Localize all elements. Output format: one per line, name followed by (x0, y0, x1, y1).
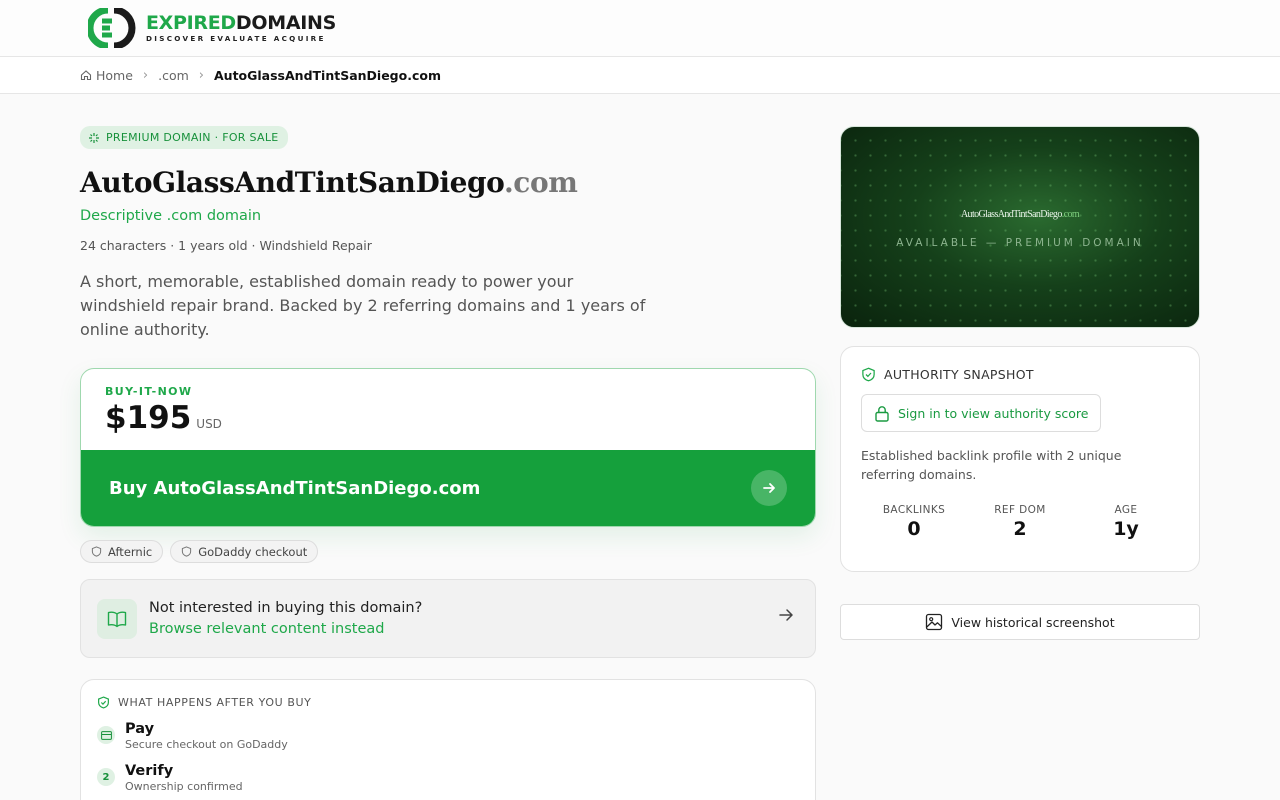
stat-age: AGE 1y (1073, 504, 1179, 540)
buy-box: BUY-IT-NOW $195 USD Buy AutoGlassAndTint… (80, 368, 816, 527)
image-icon (926, 613, 943, 631)
history-button-label: View historical screenshot (951, 614, 1115, 630)
breadcrumb-current: AutoGlassAndTintSanDiego.com (214, 67, 441, 83)
domain-name: AutoGlassAndTintSanDiego (80, 166, 504, 199)
domain-tld: .com (503, 166, 578, 199)
domain-title: AutoGlassAndTintSanDiego.com (80, 166, 816, 199)
breadcrumb-home-label: Home (96, 67, 133, 83)
chip-label: Afternic (108, 544, 153, 559)
step-title: Verify (125, 763, 174, 779)
home-icon (80, 70, 92, 81)
currency: USD (196, 417, 222, 431)
breadcrumb-tld[interactable]: .com (158, 68, 189, 83)
authority-stats: BACKLINKS 0 REF DOM 2 AGE 1y (861, 504, 1179, 540)
stat-ref-domains: REF DOM 2 (967, 504, 1073, 540)
checkout-chips: Afternic GoDaddy checkout (80, 540, 816, 563)
stat-value: 0 (907, 518, 921, 540)
step-subtitle: Secure checkout on GoDaddy (125, 738, 288, 751)
logo-mark-icon (86, 6, 136, 50)
step-pay: Pay Secure checkout on GoDaddy (97, 721, 799, 751)
domain-meta: 24 characters · 1 years old · Windshield… (80, 238, 372, 253)
browse-question: Not interested in buying this domain? (149, 600, 423, 616)
step-title: Pay (125, 721, 155, 737)
signin-label: Sign in to view authority score (898, 405, 1089, 421)
view-historical-screenshot-button[interactable]: View historical screenshot (840, 604, 1200, 640)
lock-icon (875, 405, 889, 422)
browse-content-card[interactable]: Not interested in buying this domain? Br… (80, 579, 816, 658)
stat-backlinks: BACKLINKS 0 (861, 504, 967, 540)
authority-heading: AUTHORITY SNAPSHOT (884, 367, 1034, 382)
authority-card: AUTHORITY SNAPSHOT Sign in to view autho… (840, 346, 1200, 572)
arrow-right-icon (777, 606, 795, 628)
step-verify: 2 Verify Ownership confirmed (97, 763, 799, 793)
browse-link[interactable]: Browse relevant content instead (149, 621, 422, 637)
stat-label: AGE (1114, 504, 1138, 516)
step-subtitle: Ownership confirmed (125, 780, 243, 793)
hero-domain-name: AutoGlassAndTintSanDiego (960, 209, 1062, 220)
shield-icon (91, 546, 102, 557)
premium-badge: PREMIUM DOMAIN · FOR SALE (80, 126, 288, 149)
domain-subtitle: Descriptive .com domain (80, 208, 262, 224)
shield-check-icon (98, 696, 109, 709)
breadcrumb-home[interactable]: Home (80, 68, 133, 83)
hero-subtitle: AVAILABLE — PREMIUM DOMAIN (896, 237, 1144, 249)
chip-afternic: Afternic (80, 540, 164, 563)
stat-label: REF DOM (994, 504, 1046, 516)
price: $195 (105, 400, 192, 436)
card-icon (97, 726, 115, 744)
hero-domain-tld: .com (1061, 209, 1080, 220)
hero-domain: AutoGlassAndTintSanDiego.com (841, 209, 1199, 220)
step-number: 2 (97, 768, 115, 786)
shield-check-icon (862, 367, 875, 382)
logo-word-domains: DOMAINS (235, 12, 336, 34)
signin-authority-button[interactable]: Sign in to view authority score (861, 394, 1102, 432)
stat-label: BACKLINKS (882, 504, 946, 516)
domain-description: A short, memorable, established domain r… (80, 272, 646, 339)
after-purchase-heading: WHAT HAPPENS AFTER YOU BUY (118, 696, 312, 709)
hero-dot-pattern (841, 127, 1199, 327)
book-icon (97, 598, 137, 639)
premium-badge-label: PREMIUM DOMAIN · FOR SALE (106, 131, 279, 144)
stat-value: 1y (1113, 518, 1139, 540)
shield-icon (182, 546, 192, 557)
stat-value: 2 (1013, 518, 1027, 540)
logo-word-expired: EXPIRED (146, 12, 236, 34)
buy-button-label: Buy AutoGlassAndTintSanDiego.com (109, 477, 481, 499)
chevron-right-icon: › (142, 67, 149, 83)
chip-godaddy: GoDaddy checkout (170, 540, 319, 563)
site-header: EXPIREDDOMAINS DISCOVER EVALUATE ACQUIRE (0, 0, 1280, 57)
buy-now-label: BUY-IT-NOW (105, 385, 193, 398)
logo-tagline: DISCOVER EVALUATE ACQUIRE (146, 34, 326, 43)
breadcrumb: Home › .com › AutoGlassAndTintSanDiego.c… (0, 57, 1280, 94)
sparkle-icon (89, 132, 99, 143)
chip-label: GoDaddy checkout (198, 544, 308, 559)
authority-description: Established backlink profile with 2 uniq… (861, 448, 1122, 482)
site-logo[interactable]: EXPIREDDOMAINS DISCOVER EVALUATE ACQUIRE (86, 6, 336, 50)
arrow-right-icon (751, 470, 787, 506)
chevron-right-icon: › (198, 67, 204, 83)
after-purchase-card: WHAT HAPPENS AFTER YOU BUY Pay Secure ch… (80, 679, 816, 800)
domain-hero-image: AutoGlassAndTintSanDiego.com AVAILABLE —… (840, 126, 1200, 328)
buy-button[interactable]: Buy AutoGlassAndTintSanDiego.com (81, 450, 815, 526)
